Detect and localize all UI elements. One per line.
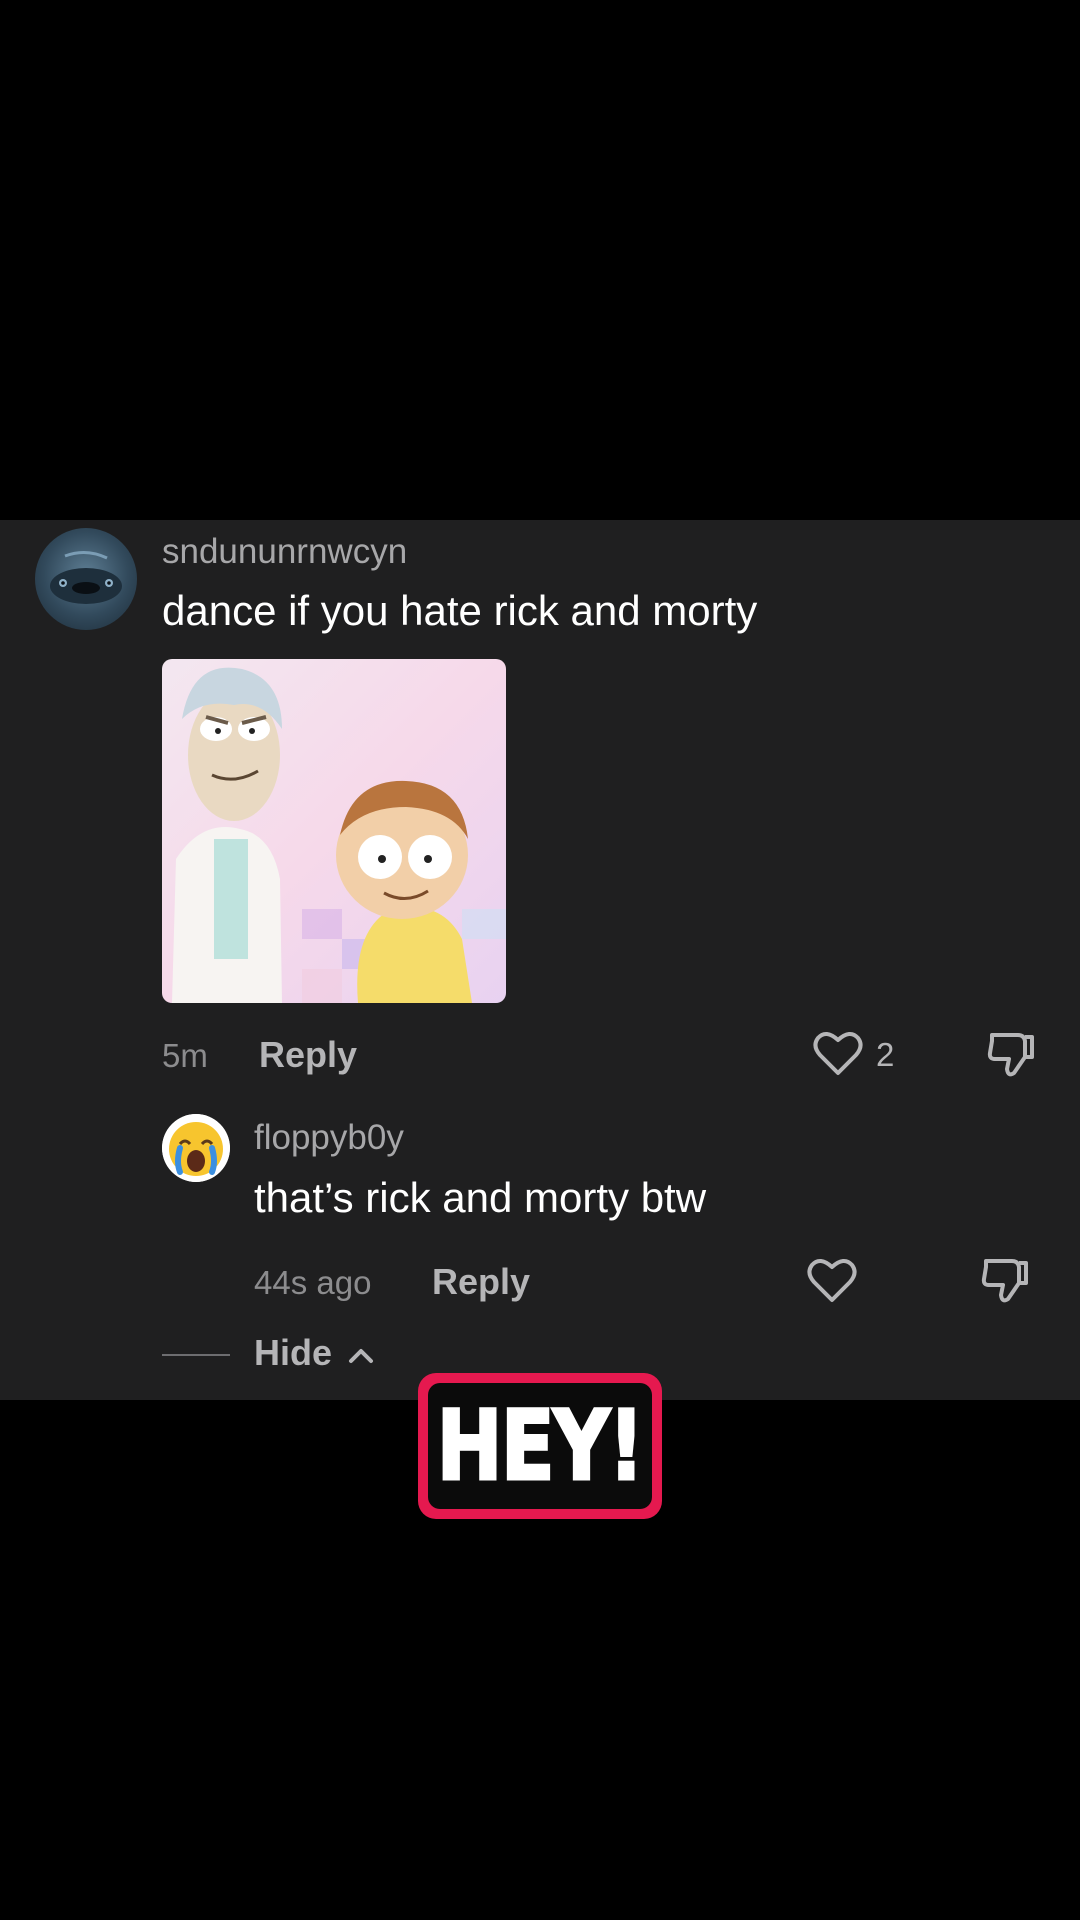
reply-timestamp: 44s ago bbox=[254, 1264, 372, 1301]
reply-to-reply-button[interactable]: Reply bbox=[432, 1261, 530, 1303]
reply-button[interactable]: Reply bbox=[259, 1034, 357, 1076]
avatar-image bbox=[50, 551, 122, 604]
reply-text: that’s rick and morty btw bbox=[254, 1174, 707, 1221]
crying-face-emoji bbox=[162, 1114, 230, 1182]
heart-icon bbox=[813, 1032, 863, 1075]
like-button[interactable] bbox=[812, 1029, 864, 1082]
chevron-up-icon bbox=[349, 1349, 374, 1364]
reply-username[interactable]: floppyb0y bbox=[254, 1118, 404, 1158]
caption-badge: HEY! bbox=[418, 1373, 662, 1519]
comment-username[interactable]: sndununrnwcyn bbox=[162, 532, 407, 572]
comment-timestamp: 5m bbox=[162, 1037, 208, 1074]
thread-divider bbox=[162, 1354, 230, 1356]
caption-text: HEY! bbox=[436, 1389, 646, 1504]
reply-like-button[interactable] bbox=[806, 1256, 858, 1309]
hide-label: Hide bbox=[254, 1332, 333, 1373]
heart-icon bbox=[807, 1259, 857, 1302]
dislike-button[interactable] bbox=[986, 1029, 1036, 1084]
rick-and-morty-sticker bbox=[162, 659, 506, 1003]
thumbs-down-icon bbox=[981, 1259, 1028, 1303]
thumbs-down-icon bbox=[987, 1033, 1034, 1077]
comment-sticker[interactable] bbox=[162, 659, 506, 1003]
caption-badge-inner: HEY! bbox=[428, 1383, 652, 1509]
reply-avatar[interactable] bbox=[162, 1114, 230, 1182]
comment-text: dance if you hate rick and morty bbox=[162, 587, 758, 634]
like-count: 2 bbox=[876, 1036, 895, 1073]
hide-replies-button[interactable]: Hide bbox=[254, 1332, 374, 1374]
reply-dislike-button[interactable] bbox=[980, 1255, 1030, 1310]
commenter-avatar[interactable] bbox=[35, 528, 137, 630]
